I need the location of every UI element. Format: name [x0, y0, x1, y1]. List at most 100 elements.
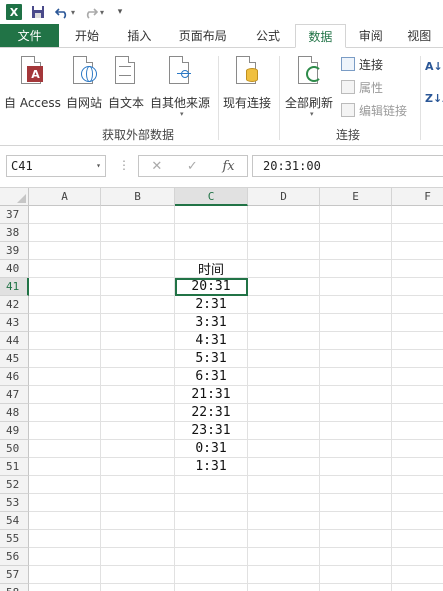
cell-f51[interactable] [392, 458, 443, 476]
cell-d39[interactable] [248, 242, 320, 260]
cell-a51[interactable] [29, 458, 101, 476]
cell-b57[interactable] [101, 566, 175, 584]
cell-f55[interactable] [392, 530, 443, 548]
cell-a55[interactable] [29, 530, 101, 548]
from-other-sources-button[interactable]: 自其他来源 [150, 54, 210, 111]
select-all-corner[interactable] [0, 188, 29, 206]
cell-c55[interactable] [175, 530, 248, 548]
tab-review[interactable]: 审阅 [346, 24, 395, 47]
cell-e51[interactable] [320, 458, 392, 476]
customize-icon[interactable]: ▾ [112, 4, 128, 20]
cell-c48[interactable]: 22:31 [175, 404, 248, 422]
tab-formulas[interactable]: 公式 [241, 24, 294, 47]
cell-b47[interactable] [101, 386, 175, 404]
cell-a43[interactable] [29, 314, 101, 332]
cell-f47[interactable] [392, 386, 443, 404]
cell-b55[interactable] [101, 530, 175, 548]
row-header[interactable]: 48 [0, 404, 29, 422]
cell-b38[interactable] [101, 224, 175, 242]
cell-b48[interactable] [101, 404, 175, 422]
cell-d57[interactable] [248, 566, 320, 584]
row-header[interactable]: 45 [0, 350, 29, 368]
cell-c41[interactable]: 20:31 [175, 278, 248, 296]
cell-c39[interactable] [175, 242, 248, 260]
cell-f41[interactable] [392, 278, 443, 296]
row-header[interactable]: 43 [0, 314, 29, 332]
cell-a42[interactable] [29, 296, 101, 314]
undo-icon[interactable] [54, 4, 70, 20]
cell-e37[interactable] [320, 206, 392, 224]
cell-d55[interactable] [248, 530, 320, 548]
cell-e54[interactable] [320, 512, 392, 530]
cell-d38[interactable] [248, 224, 320, 242]
cell-d37[interactable] [248, 206, 320, 224]
cell-d42[interactable] [248, 296, 320, 314]
cell-c50[interactable]: 0:31 [175, 440, 248, 458]
cell-a49[interactable] [29, 422, 101, 440]
cell-c46[interactable]: 6:31 [175, 368, 248, 386]
row-header[interactable]: 47 [0, 386, 29, 404]
row-header[interactable]: 51 [0, 458, 29, 476]
row-header[interactable]: 46 [0, 368, 29, 386]
cell-f53[interactable] [392, 494, 443, 512]
row-header[interactable]: 44 [0, 332, 29, 350]
row-header[interactable]: 53 [0, 494, 29, 512]
cell-b45[interactable] [101, 350, 175, 368]
cell-f45[interactable] [392, 350, 443, 368]
cell-e38[interactable] [320, 224, 392, 242]
cell-b37[interactable] [101, 206, 175, 224]
cell-d50[interactable] [248, 440, 320, 458]
cell-f42[interactable] [392, 296, 443, 314]
column-header-e[interactable]: E [320, 188, 392, 206]
cell-b52[interactable] [101, 476, 175, 494]
cell-c52[interactable] [175, 476, 248, 494]
insert-function-icon[interactable]: fx [222, 159, 234, 174]
row-header[interactable]: 39 [0, 242, 29, 260]
cell-c53[interactable] [175, 494, 248, 512]
cell-b54[interactable] [101, 512, 175, 530]
cell-b58[interactable] [101, 584, 175, 591]
cell-a45[interactable] [29, 350, 101, 368]
cell-b42[interactable] [101, 296, 175, 314]
cell-e49[interactable] [320, 422, 392, 440]
cell-b41[interactable] [101, 278, 175, 296]
cell-d47[interactable] [248, 386, 320, 404]
undo-dropdown-icon[interactable]: ▾ [71, 8, 75, 17]
cell-f52[interactable] [392, 476, 443, 494]
cell-a52[interactable] [29, 476, 101, 494]
row-header[interactable]: 49 [0, 422, 29, 440]
tab-data[interactable]: 数据 [294, 24, 347, 48]
other-sources-dropdown-icon[interactable]: ▾ [180, 110, 184, 118]
cell-c38[interactable] [175, 224, 248, 242]
cell-e53[interactable] [320, 494, 392, 512]
cell-a46[interactable] [29, 368, 101, 386]
cell-a58[interactable] [29, 584, 101, 591]
row-header[interactable]: 38 [0, 224, 29, 242]
cell-d58[interactable] [248, 584, 320, 591]
column-header-f[interactable]: F [392, 188, 443, 206]
cell-c42[interactable]: 2:31 [175, 296, 248, 314]
row-header[interactable]: 55 [0, 530, 29, 548]
cell-b46[interactable] [101, 368, 175, 386]
cell-b51[interactable] [101, 458, 175, 476]
cell-d51[interactable] [248, 458, 320, 476]
cell-e47[interactable] [320, 386, 392, 404]
tab-page-layout[interactable]: 页面布局 [164, 24, 241, 47]
cell-d43[interactable] [248, 314, 320, 332]
row-header[interactable]: 57 [0, 566, 29, 584]
from-text-button[interactable]: 自文本 [108, 54, 144, 111]
cell-f46[interactable] [392, 368, 443, 386]
cell-a48[interactable] [29, 404, 101, 422]
cell-f56[interactable] [392, 548, 443, 566]
cell-e46[interactable] [320, 368, 392, 386]
name-box[interactable]: C41 ▾ [6, 155, 106, 177]
row-header[interactable]: 42 [0, 296, 29, 314]
cell-e40[interactable] [320, 260, 392, 278]
cell-c47[interactable]: 21:31 [175, 386, 248, 404]
cell-a39[interactable] [29, 242, 101, 260]
cell-e57[interactable] [320, 566, 392, 584]
cell-f44[interactable] [392, 332, 443, 350]
cell-d56[interactable] [248, 548, 320, 566]
cell-f40[interactable] [392, 260, 443, 278]
cell-a57[interactable] [29, 566, 101, 584]
